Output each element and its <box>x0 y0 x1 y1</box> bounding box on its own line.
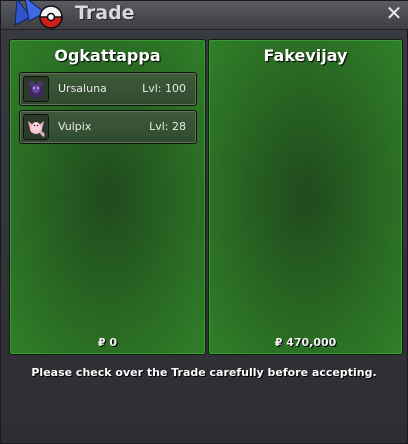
trade-window: Trade ✕ Ogkattappa Ursaluna Lvl: 100 Vul… <box>0 0 408 444</box>
right-money-offer: ₽ 470,000 <box>274 336 337 349</box>
trade-item-vulpix[interactable]: Vulpix Lvl: 28 <box>19 110 197 144</box>
right-trade-panel: Fakevijay ₽ 470,000 <box>208 39 403 355</box>
trade-item-ursaluna[interactable]: Ursaluna Lvl: 100 <box>19 72 197 106</box>
item-level: Lvl: 100 <box>142 82 186 95</box>
right-player-name: Fakevijay <box>263 46 348 65</box>
vulpix-sprite-icon <box>23 114 49 140</box>
close-icon[interactable]: ✕ <box>383 1 405 25</box>
ursaluna-sprite-icon <box>23 76 49 102</box>
pokeball-logo-icon <box>14 0 63 29</box>
left-player-name: Ogkattappa <box>54 46 161 65</box>
item-name: Ursaluna <box>58 82 107 95</box>
item-level: Lvl: 28 <box>149 120 186 133</box>
title-bar[interactable]: Trade ✕ <box>1 0 408 30</box>
window-title: Trade <box>75 2 135 24</box>
trade-notice: Please check over the Trade carefully be… <box>31 366 377 379</box>
left-money-offer: ₽ 0 <box>97 336 118 349</box>
left-trade-panel: Ogkattappa Ursaluna Lvl: 100 Vulpix Lvl:… <box>9 39 206 355</box>
item-name: Vulpix <box>58 120 92 133</box>
